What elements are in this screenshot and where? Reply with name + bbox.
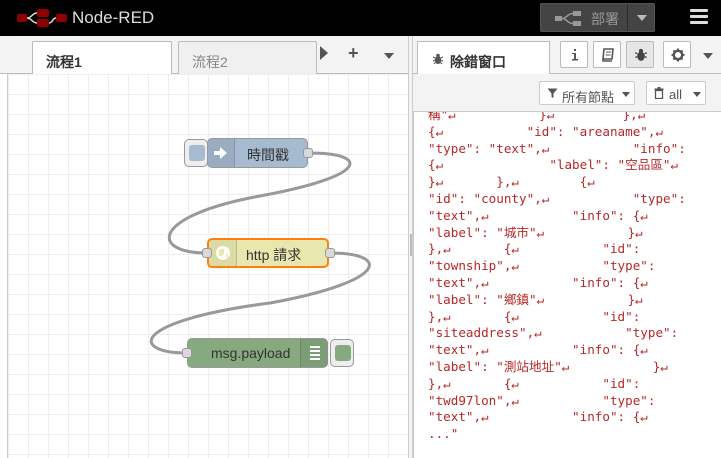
node-red-logo-icon bbox=[17, 9, 67, 27]
filter-nodes-chevron-down-icon bbox=[622, 92, 630, 97]
http-request-node[interactable]: http 請求 bbox=[207, 238, 329, 268]
debug-line: "label": "鄉鎮"↵ }↵ bbox=[428, 291, 643, 307]
debug-node-icon-area bbox=[300, 339, 328, 367]
filter-nodes-dropdown[interactable]: 所有節點 bbox=[539, 81, 635, 105]
inject-node-label: 時間戳 bbox=[247, 147, 289, 163]
settings-button[interactable] bbox=[663, 41, 691, 68]
filter-nodes-label: 所有節點 bbox=[562, 90, 615, 105]
http-request-input-port[interactable] bbox=[202, 248, 212, 258]
deploy-button[interactable]: 部署 bbox=[540, 3, 655, 32]
debug-toggle-button[interactable] bbox=[330, 339, 354, 367]
tab-debug-label: 除錯窗口 bbox=[450, 54, 506, 70]
debug-message-list[interactable]: 稱"↵ }↵ },↵ {↵ "id": "areaname",↵ "type": "… bbox=[413, 112, 721, 458]
inject-node-icon-area bbox=[208, 139, 235, 167]
filter-icon bbox=[547, 88, 558, 98]
main-menu-hamburger-icon[interactable] bbox=[690, 9, 708, 24]
debug-line: "township",↵ "type": bbox=[428, 258, 656, 274]
sidebar-tabbar: 除錯窗口 bbox=[413, 36, 721, 75]
debug-line: {↵ "label": "空品區"↵ bbox=[428, 157, 679, 173]
debug-node[interactable]: msg.payload bbox=[187, 338, 328, 368]
tab-debug[interactable]: 除錯窗口 bbox=[417, 41, 550, 75]
debug-line: 稱"↵ }↵ },↵ bbox=[428, 112, 646, 122]
debug-line: },↵ {↵ "id": bbox=[428, 308, 641, 324]
debug-line: "text",↵ "info": {↵ bbox=[428, 409, 648, 425]
info-icon bbox=[572, 49, 578, 61]
sidebar-menu-chevron-down-icon[interactable] bbox=[703, 53, 713, 59]
debug-line: "text",↵ "info": {↵ bbox=[428, 342, 648, 358]
arrow-in-icon bbox=[214, 147, 227, 159]
clear-all-chevron-down-icon bbox=[693, 92, 701, 97]
bug-icon bbox=[432, 53, 444, 65]
bug-icon bbox=[634, 48, 648, 61]
debug-line: "id": "county",↵ "type": bbox=[428, 190, 686, 206]
http-request-node-label: http 請求 bbox=[246, 247, 302, 263]
help-book-button[interactable] bbox=[593, 41, 621, 68]
debug-filterbar: 所有節點 all bbox=[413, 74, 721, 112]
workspace: 流程1 流程2 + 時間戳 http 請求 msg.payload bbox=[0, 36, 408, 458]
list-icon bbox=[310, 346, 320, 360]
splitter-grip bbox=[410, 234, 412, 256]
debug-line: }↵ },↵ {↵ bbox=[428, 174, 595, 190]
deploy-options-chevron-down-icon[interactable] bbox=[637, 15, 647, 21]
deploy-icon bbox=[555, 11, 581, 26]
debug-line: {↵ "id": "areaname",↵ bbox=[428, 123, 664, 139]
inject-output-port[interactable] bbox=[303, 148, 313, 158]
debug-line: },↵ {↵ "id": bbox=[428, 241, 641, 257]
http-request-node-icon-area bbox=[209, 240, 237, 266]
debug-node-label: msg.payload bbox=[211, 345, 291, 361]
debug-line: "type": "text",↵ "info": bbox=[428, 140, 686, 156]
trash-icon bbox=[654, 87, 664, 99]
http-request-output-port[interactable] bbox=[325, 248, 335, 258]
gear-icon bbox=[671, 48, 685, 62]
info-button[interactable] bbox=[560, 41, 588, 68]
debug-line: "text",↵ "info": {↵ bbox=[428, 207, 648, 223]
book-icon bbox=[602, 48, 614, 62]
header-bar: Node-RED 部署 bbox=[0, 0, 721, 36]
deploy-label: 部署 bbox=[591, 11, 619, 27]
debug-panel-button[interactable] bbox=[626, 41, 654, 68]
wires-layer bbox=[149, 151, 371, 355]
filter-all-label: all bbox=[669, 87, 683, 102]
inject-node[interactable]: 時間戳 bbox=[207, 138, 308, 168]
debug-message-payload[interactable]: 稱"↵ }↵ },↵ {↵ "id": "areaname",↵ "type": "… bbox=[428, 112, 721, 443]
debug-input-port[interactable] bbox=[182, 348, 192, 358]
debug-toggle-square bbox=[335, 345, 351, 361]
debug-line: "twd97lon",↵ "type": bbox=[428, 392, 656, 408]
debug-line: "siteaddress",↵ "type": bbox=[428, 325, 679, 341]
debug-line: "label": "測站地址"↵ }↵ bbox=[428, 358, 668, 374]
app-title: Node-RED bbox=[72, 8, 155, 27]
debug-line: },↵ {↵ "id": bbox=[428, 375, 641, 391]
deploy-separator bbox=[627, 4, 628, 31]
clear-all-dropdown[interactable]: all bbox=[646, 81, 706, 105]
debug-line: ..." bbox=[428, 426, 459, 442]
debug-line: "label": "城市"↵ }↵ bbox=[428, 224, 643, 240]
sidebar: 除錯窗口 所有節點 all 稱"↵}↵},↵ {↵ "id": "arean… bbox=[413, 36, 721, 458]
inject-trigger-button[interactable] bbox=[184, 139, 208, 167]
inject-trigger-square bbox=[189, 145, 205, 161]
debug-line: "text",↵ "info": {↵ bbox=[428, 274, 648, 290]
globe-icon bbox=[216, 246, 230, 260]
